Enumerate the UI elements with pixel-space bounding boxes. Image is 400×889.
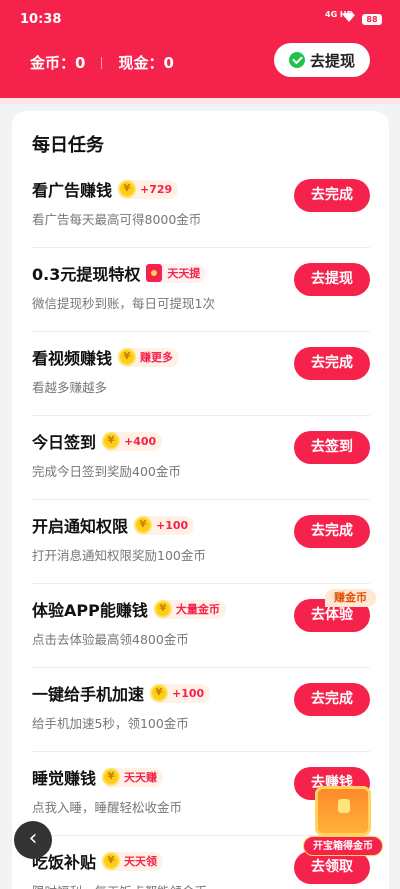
task-desc: 看广告每天最高可得8000金币 [32, 212, 202, 227]
badge-text: 天天领 [124, 855, 158, 868]
status-bar: 10:38 4G HD 88 [0, 0, 400, 40]
wechat-icon [288, 52, 305, 68]
header-strip [0, 98, 400, 104]
task-badge: ¥ +400 [102, 431, 163, 451]
coin-icon: ¥ [134, 516, 153, 534]
task-action-button[interactable]: 去体验 赚金币 [294, 589, 376, 632]
task-action-button[interactable]: 去完成 [294, 683, 370, 716]
task-desc: 点击去体验最高领4800金币 [32, 632, 189, 647]
daily-tasks-card: 每日任务 看广告赚钱 ¥ +729 看广告每天最高可得8000金币 去完成 0.3… [12, 111, 389, 889]
treasure-chest-icon [315, 786, 371, 836]
task-item: 看视频赚钱 ¥ 赚更多 看越多赚越多 去完成 [32, 332, 370, 416]
task-name: 一键给手机加速 [32, 685, 145, 704]
cash-balance: 现金：0 [118, 54, 174, 72]
badge-text: +100 [172, 686, 205, 700]
divider [101, 56, 103, 69]
task-name: 0.3元提现特权 [32, 265, 141, 284]
treasure-chest-widget[interactable]: 开宝箱得金币 [303, 786, 383, 860]
coin-icon: ¥ [118, 180, 137, 198]
task-desc: 限时福利，每天饭点都能领金币 [32, 881, 207, 889]
task-name: 睡觉赚钱 [32, 769, 97, 788]
coin-icon: ¥ [102, 768, 121, 786]
chevron-left-icon: ‹ [28, 826, 38, 851]
task-badge: ¥ 大量金币 [153, 599, 226, 619]
task-action-button[interactable]: 去签到 [294, 431, 370, 464]
wifi-icon [342, 12, 356, 27]
badge-text: 天天赚 [124, 771, 158, 784]
task-action-button[interactable]: 去提现 [294, 263, 370, 296]
status-time: 10:38 [20, 12, 62, 27]
top-banner: 10:38 4G HD 88 金币：0 现金：0 去提现 [0, 0, 400, 98]
badge-text: +729 [140, 182, 173, 196]
task-name: 看视频赚钱 [32, 349, 113, 368]
balance-row: 金币：0 现金：0 [30, 52, 174, 73]
task-badge: ¥ +100 [134, 515, 195, 535]
task-desc: 给手机加速5秒，领100金币 [32, 716, 189, 731]
badge-text: +400 [124, 434, 157, 448]
coin-icon: ¥ [118, 348, 137, 366]
treasure-label: 开宝箱得金币 [303, 836, 383, 856]
badge-text: 大量金币 [175, 603, 220, 616]
task-item: 开启通知权限 ¥ +100 打开消息通知权限奖励100金币 去完成 [32, 500, 370, 584]
battery-icon: 88 [362, 14, 382, 25]
task-action-button[interactable]: 去完成 [294, 515, 370, 548]
coin-icon: ¥ [150, 684, 169, 702]
task-item: 今日签到 ¥ +400 完成今日签到奖励400金币 去签到 [32, 416, 370, 500]
task-desc: 点我入睡，睡醒轻松收金币 [32, 800, 183, 815]
task-action-button[interactable]: 去完成 [294, 347, 370, 380]
back-button[interactable]: ‹ [14, 821, 52, 859]
badge-text: 天天提 [167, 267, 201, 280]
earn-coins-tag: 赚金币 [325, 589, 376, 607]
withdraw-label: 去提现 [309, 51, 355, 70]
task-desc: 完成今日签到奖励400金币 [32, 464, 181, 479]
task-badge: ¥ +100 [150, 683, 211, 703]
task-badge: ¥ 天天领 [102, 851, 164, 871]
task-name: 看广告赚钱 [32, 181, 113, 200]
coin-icon: ¥ [102, 852, 121, 870]
task-badge: ¥ +729 [118, 179, 179, 199]
task-desc: 微信提现秒到账，每日可提现1次 [32, 296, 215, 311]
task-item: 体验APP能赚钱 ¥ 大量金币 点击去体验最高领4800金币 去体验 赚金币 [32, 584, 376, 668]
task-desc: 打开消息通知权限奖励100金币 [32, 548, 206, 563]
task-item: 看广告赚钱 ¥ +729 看广告每天最高可得8000金币 去完成 [32, 164, 370, 248]
coin-icon: ¥ [153, 600, 172, 618]
task-badge: ¥ 赚更多 [118, 347, 180, 367]
task-item: 一键给手机加速 ¥ +100 给手机加速5秒，领100金币 去完成 [32, 668, 370, 752]
task-desc: 看越多赚越多 [32, 380, 108, 395]
card-title: 每日任务 [32, 135, 104, 156]
task-name: 开启通知权限 [32, 517, 129, 536]
task-badge: ¥ 天天赚 [102, 767, 164, 787]
task-name: 今日签到 [32, 433, 97, 452]
badge-text: +100 [156, 518, 189, 532]
action-label: 去体验 [311, 607, 353, 623]
task-name: 体验APP能赚钱 [32, 601, 148, 620]
red-packet-icon [146, 264, 163, 282]
gold-balance: 金币：0 [30, 54, 86, 72]
task-badge: 天天提 [146, 263, 207, 283]
withdraw-button[interactable]: 去提现 [274, 43, 370, 77]
badge-text: 赚更多 [140, 351, 174, 364]
task-action-button[interactable]: 去完成 [294, 179, 370, 212]
task-item: 0.3元提现特权 天天提 微信提现秒到账，每日可提现1次 去提现 [32, 248, 370, 332]
coin-icon: ¥ [102, 432, 121, 450]
